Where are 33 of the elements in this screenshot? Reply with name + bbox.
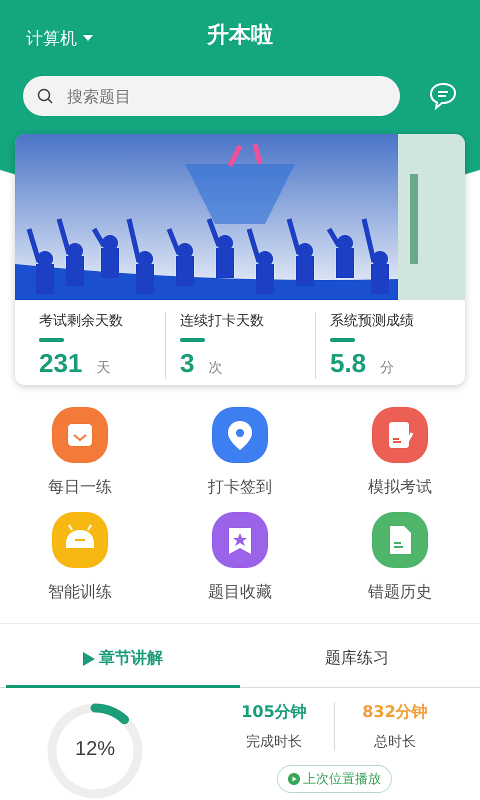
feature-button[interactable]: 题目收藏 bbox=[160, 512, 320, 603]
duration-value: 105分钟 bbox=[241, 702, 307, 723]
play-icon bbox=[288, 773, 300, 785]
progress-percent: 12% bbox=[74, 738, 116, 761]
location-pin-icon bbox=[212, 407, 268, 463]
stat-label: 连续打卡天数 bbox=[180, 312, 265, 330]
stat-value: 5.8 bbox=[330, 348, 366, 379]
search-icon bbox=[37, 88, 53, 104]
stat-unit: 天 bbox=[96, 359, 110, 377]
duration-label: 完成时长 bbox=[246, 733, 302, 751]
document-icon bbox=[372, 512, 428, 568]
play-icon bbox=[83, 652, 95, 666]
robot-icon bbox=[52, 512, 108, 568]
duration-label: 总时长 bbox=[374, 733, 416, 751]
feature-button[interactable]: 模拟考试 bbox=[320, 407, 480, 498]
tab[interactable]: 题库练习 bbox=[240, 632, 474, 688]
notepad-icon bbox=[372, 407, 428, 463]
app-title: 升本啦 bbox=[207, 22, 273, 50]
duration-value: 832分钟 bbox=[362, 702, 428, 723]
search-field[interactable]: 搜索题目 bbox=[23, 76, 400, 116]
feature-button[interactable]: 智能训练 bbox=[0, 512, 160, 603]
stat-value: 3 bbox=[180, 348, 194, 379]
feature-button[interactable]: 每日一练 bbox=[0, 407, 160, 498]
stat-unit: 分 bbox=[380, 359, 394, 377]
stat-value: 231 bbox=[39, 348, 82, 379]
calendar-icon bbox=[52, 407, 108, 463]
stat-unit: 次 bbox=[208, 359, 222, 377]
stat-label: 考试剩余天数 bbox=[39, 312, 124, 330]
caret-icon bbox=[83, 35, 93, 41]
feature-button[interactable]: 打卡签到 bbox=[160, 407, 320, 498]
feature-button[interactable]: 错题历史 bbox=[320, 512, 480, 603]
message-icon[interactable] bbox=[428, 81, 458, 111]
stat-label: 系统预测成绩 bbox=[330, 312, 415, 330]
